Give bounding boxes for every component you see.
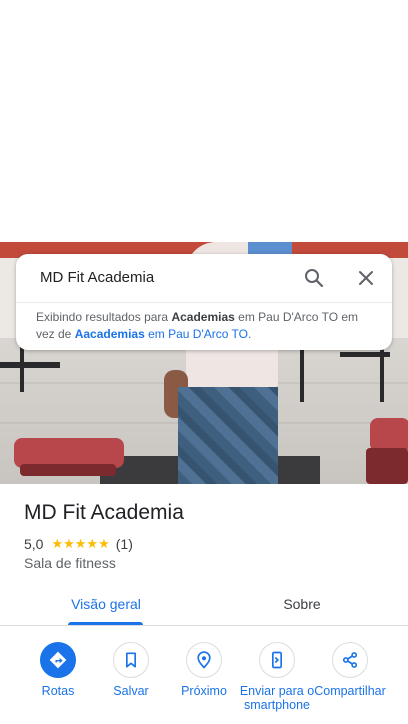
save-label: Salvar	[113, 684, 149, 698]
directions-label: Rotas	[41, 684, 75, 698]
blank-header-area	[0, 0, 408, 242]
nearby-label: Próximo	[181, 684, 227, 698]
directions-icon	[49, 651, 67, 669]
close-icon[interactable]	[354, 266, 378, 290]
search-input[interactable]: MD Fit Academia	[40, 268, 154, 288]
star-rating-icon: ★★★★★	[51, 536, 110, 551]
review-count[interactable]: (1)	[116, 536, 133, 552]
search-original-link[interactable]: Aacademias em Pau D'Arco TO.	[75, 327, 252, 341]
search-card: MD Fit Academia Exibindo resultados para…	[16, 254, 392, 350]
divider	[0, 625, 408, 626]
directions-button[interactable]: Rotas	[20, 642, 96, 698]
place-title: MD Fit Academia	[24, 501, 184, 524]
share-icon	[342, 652, 358, 668]
send-to-phone-button[interactable]: Enviar para o smartphone	[239, 642, 315, 712]
bookmark-icon	[126, 652, 136, 668]
divider	[16, 302, 392, 303]
rating-row[interactable]: 5,0 ★★★★★ (1)	[24, 535, 133, 553]
rating-value: 5,0	[24, 536, 44, 552]
send-to-phone-icon	[272, 651, 282, 669]
send-to-phone-label: Enviar para o smartphone	[239, 684, 315, 712]
search-icon[interactable]	[302, 266, 326, 290]
corrected-term: Academias	[171, 310, 235, 324]
nearby-button[interactable]: Próximo	[166, 642, 242, 698]
tab-about[interactable]: Sobre	[246, 594, 358, 614]
tab-overview[interactable]: Visão geral	[50, 594, 162, 614]
share-label: Compartilhar	[314, 684, 386, 698]
search-correction-notice: Exibindo resultados para Academias em Pa…	[36, 310, 359, 341]
place-category[interactable]: Sala de fitness	[24, 554, 116, 572]
nearby-icon	[197, 651, 211, 669]
share-button[interactable]: Compartilhar	[312, 642, 388, 698]
save-button[interactable]: Salvar	[93, 642, 169, 698]
